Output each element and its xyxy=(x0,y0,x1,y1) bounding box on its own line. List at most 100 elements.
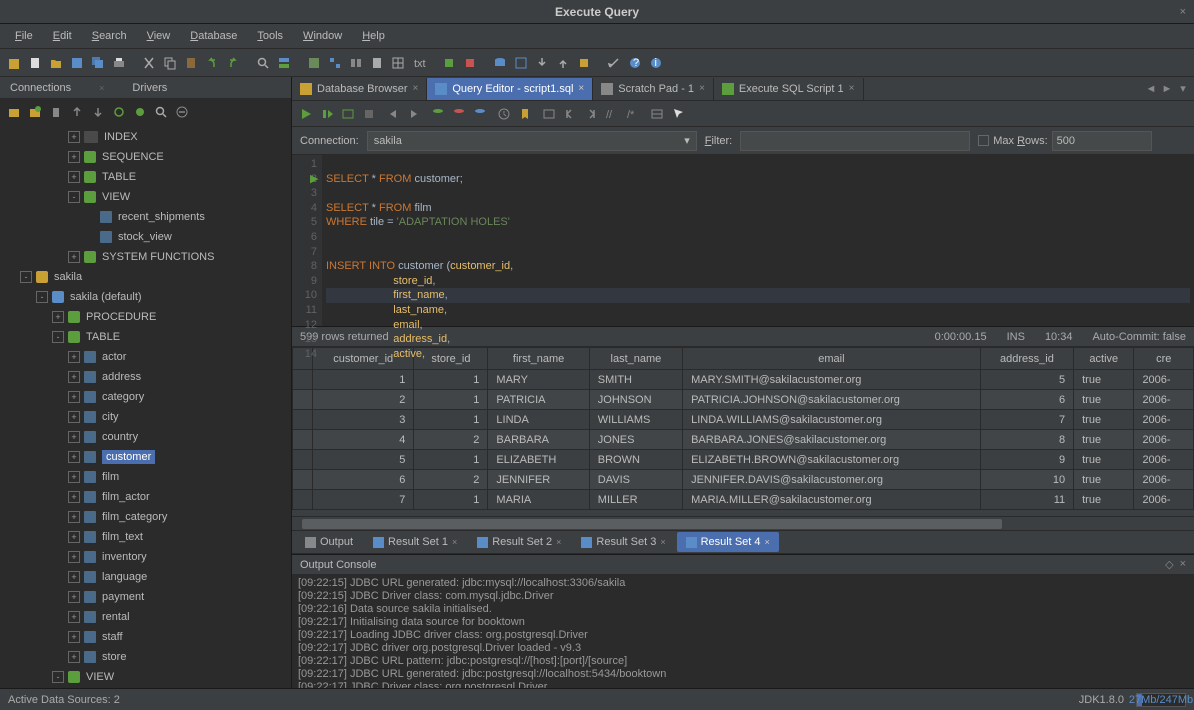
grid-icon[interactable] xyxy=(389,54,407,72)
new-conn-icon[interactable] xyxy=(5,103,23,121)
commit-icon[interactable] xyxy=(429,105,447,123)
paste-icon[interactable] xyxy=(182,54,200,72)
tree-node[interactable]: +customer xyxy=(0,447,291,467)
tree-node[interactable]: -VIEW xyxy=(0,187,291,207)
tree-node[interactable]: +staff xyxy=(0,627,291,647)
editor-tab[interactable]: Query Editor - script1.sql× xyxy=(427,78,593,100)
new-table-icon[interactable] xyxy=(512,54,530,72)
tree-node[interactable]: -sakila (default) xyxy=(0,287,291,307)
save-icon[interactable] xyxy=(68,54,86,72)
copy-icon[interactable] xyxy=(161,54,179,72)
menu-tools[interactable]: Tools xyxy=(247,26,293,46)
history-icon[interactable] xyxy=(495,105,513,123)
result-tab[interactable]: Result Set 1× xyxy=(364,532,466,552)
tree-node[interactable]: +TABLE xyxy=(0,167,291,187)
script-icon[interactable] xyxy=(368,54,386,72)
tree-node[interactable]: +SEQUENCE xyxy=(0,147,291,167)
result-tab[interactable]: Output xyxy=(296,532,362,552)
tree-node[interactable]: +payment xyxy=(0,587,291,607)
menu-window[interactable]: Window xyxy=(293,26,352,46)
tree-node[interactable]: +film xyxy=(0,467,291,487)
cut-icon[interactable] xyxy=(140,54,158,72)
down-icon[interactable] xyxy=(89,103,107,121)
text-icon[interactable]: txt xyxy=(410,54,428,72)
tab-next-icon[interactable]: ► xyxy=(1160,82,1174,96)
execute-block-icon[interactable] xyxy=(318,105,336,123)
tree-node[interactable]: +category xyxy=(0,387,291,407)
print-icon[interactable] xyxy=(110,54,128,72)
compare-icon[interactable] xyxy=(347,54,365,72)
find-icon[interactable] xyxy=(254,54,272,72)
editor-tab[interactable]: Database Browser× xyxy=(292,78,427,100)
console-close-icon[interactable]: × xyxy=(1180,558,1186,571)
filter-input[interactable] xyxy=(740,131,970,151)
tree-node[interactable]: +country xyxy=(0,427,291,447)
shift-right-icon[interactable] xyxy=(582,105,600,123)
new-connection-icon[interactable] xyxy=(5,54,23,72)
tree-node[interactable]: -sakila xyxy=(0,267,291,287)
cursor-icon[interactable] xyxy=(669,105,687,123)
new-file-icon[interactable] xyxy=(26,54,44,72)
menu-view[interactable]: View xyxy=(137,26,181,46)
connect-icon[interactable] xyxy=(131,103,149,121)
tree-node[interactable]: +store xyxy=(0,647,291,667)
help-icon[interactable]: ? xyxy=(626,54,644,72)
next-icon[interactable] xyxy=(405,105,423,123)
execute-selection-icon[interactable] xyxy=(339,105,357,123)
stop-icon[interactable] xyxy=(360,105,378,123)
tree-node[interactable]: +film_category xyxy=(0,507,291,527)
commit-icon[interactable] xyxy=(440,54,458,72)
maxrows-checkbox[interactable] xyxy=(978,135,989,146)
generate-icon[interactable] xyxy=(575,54,593,72)
prev-icon[interactable] xyxy=(384,105,402,123)
import-icon[interactable] xyxy=(533,54,551,72)
refresh-icon[interactable] xyxy=(110,103,128,121)
preferences-icon[interactable] xyxy=(605,54,623,72)
tree-node[interactable]: stock_view xyxy=(0,227,291,247)
tree-node[interactable]: -VIEW xyxy=(0,667,291,687)
tab-prev-icon[interactable]: ◄ xyxy=(1144,82,1158,96)
info-icon[interactable]: i xyxy=(647,54,665,72)
rollback-icon[interactable] xyxy=(450,105,468,123)
execute-icon[interactable] xyxy=(297,105,315,123)
tab-connections[interactable]: Connections xyxy=(2,79,79,97)
close-icon[interactable]: × xyxy=(1180,6,1186,18)
editor-tab[interactable]: Scratch Pad - 1× xyxy=(593,78,714,100)
open-icon[interactable] xyxy=(47,54,65,72)
bookmarks-icon[interactable] xyxy=(516,105,534,123)
tree-node[interactable]: +SYSTEM FUNCTIONS xyxy=(0,247,291,267)
export-icon[interactable] xyxy=(554,54,572,72)
tree-node[interactable]: +film_text xyxy=(0,527,291,547)
code-editor[interactable]: 1234567891011121314 ▶SELECT * FROM custo… xyxy=(292,155,1194,327)
db-browser-icon[interactable] xyxy=(491,54,509,72)
uncomment-icon[interactable]: /* xyxy=(624,105,642,123)
search-icon[interactable] xyxy=(152,103,170,121)
tree-node[interactable]: +PROCEDURE xyxy=(0,307,291,327)
up-icon[interactable] xyxy=(68,103,86,121)
connection-tree[interactable]: +INDEX+SEQUENCE+TABLE-VIEWrecent_shipmen… xyxy=(0,125,291,688)
result-tab[interactable]: Result Set 3× xyxy=(572,532,674,552)
maxrows-input[interactable] xyxy=(1052,131,1152,151)
toggle-output-icon[interactable] xyxy=(648,105,666,123)
tree-node[interactable]: +city xyxy=(0,407,291,427)
comment-icon[interactable]: // xyxy=(603,105,621,123)
tree-node[interactable]: +language xyxy=(0,567,291,587)
autocommit-icon[interactable] xyxy=(471,105,489,123)
editor-tab[interactable]: Execute SQL Script 1× xyxy=(714,78,864,100)
erd-icon[interactable] xyxy=(326,54,344,72)
undo-icon[interactable] xyxy=(203,54,221,72)
tree-node[interactable]: +inventory xyxy=(0,547,291,567)
collapse-icon[interactable] xyxy=(173,103,191,121)
tree-node[interactable]: recent_shipments xyxy=(0,207,291,227)
tree-node[interactable]: +address xyxy=(0,367,291,387)
tree-node[interactable]: +rental xyxy=(0,607,291,627)
results-scrollbar[interactable] xyxy=(292,516,1194,530)
tree-node[interactable]: +INDEX xyxy=(0,127,291,147)
menu-edit[interactable]: Edit xyxy=(43,26,82,46)
redo-icon[interactable] xyxy=(224,54,242,72)
export-result-icon[interactable] xyxy=(540,105,558,123)
memory-bar[interactable]: 27Mb/247Mb xyxy=(1136,693,1186,707)
save-all-icon[interactable] xyxy=(89,54,107,72)
results-grid[interactable]: customer_idstore_idfirst_namelast_nameem… xyxy=(292,347,1194,516)
result-tab[interactable]: Result Set 2× xyxy=(468,532,570,552)
